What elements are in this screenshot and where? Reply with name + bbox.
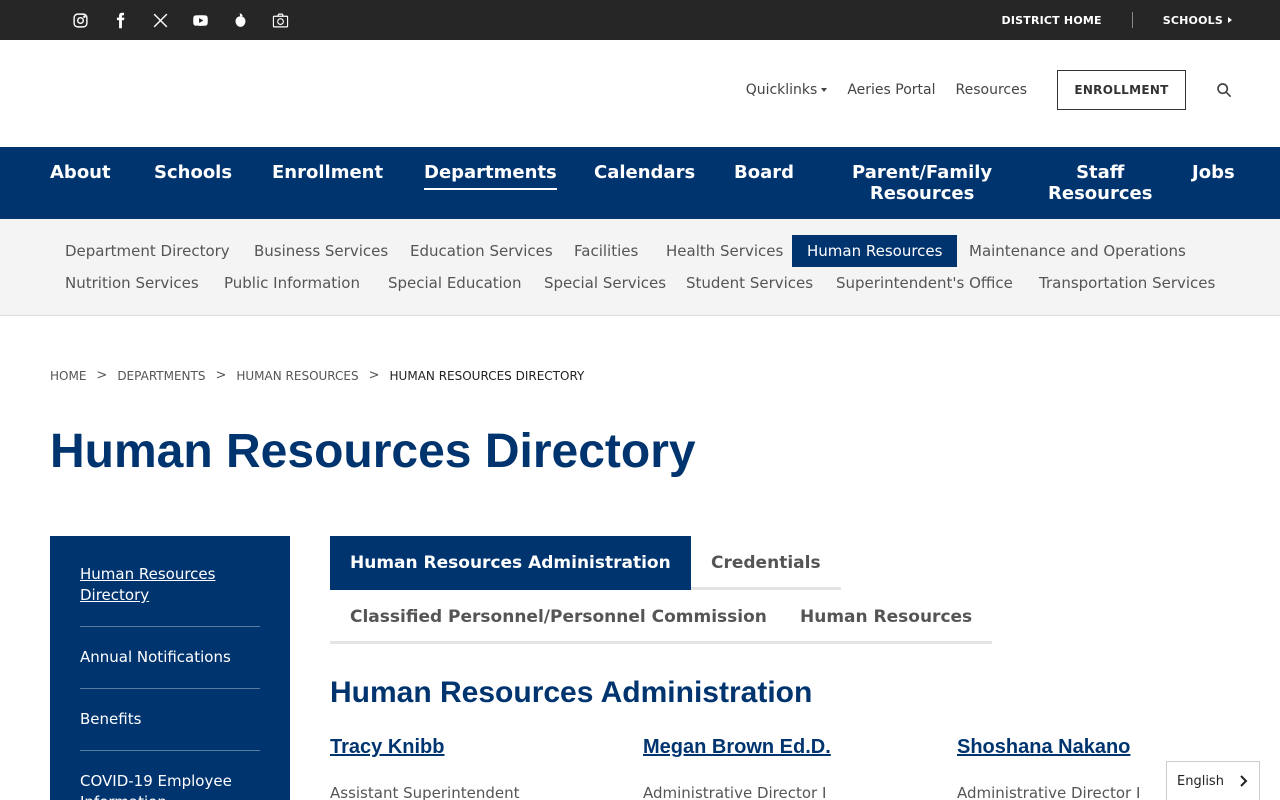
nav-schools[interactable]: Schools	[154, 162, 232, 183]
subnav-education-services[interactable]: Education Services	[395, 235, 568, 267]
sidebar-item-hr-directory[interactable]: Human Resources Directory	[80, 564, 260, 627]
nav-calendars[interactable]: Calendars	[594, 162, 695, 183]
subnav-human-resources[interactable]: Human Resources	[792, 235, 958, 267]
subnav-superintendents-office[interactable]: Superintendent's Office	[821, 267, 1028, 299]
chevron-right-icon: >	[215, 368, 227, 383]
breadcrumb-home[interactable]: HOME	[50, 369, 86, 383]
staff-title: Administrative Director I	[643, 784, 827, 800]
staff-name-link[interactable]: Megan Brown Ed.D.	[643, 736, 903, 766]
utility-nav: Quicklinks Aeries Portal Resources ENROL…	[726, 70, 1232, 110]
subnav-special-education[interactable]: Special Education	[373, 267, 537, 299]
schools-dropdown[interactable]: SCHOOLS	[1163, 14, 1232, 27]
language-label: English	[1177, 773, 1224, 789]
breadcrumb-current: HUMAN RESOURCES DIRECTORY	[389, 368, 585, 383]
schools-label: SCHOOLS	[1162, 13, 1223, 27]
page-title: Human Resources Directory	[50, 425, 696, 478]
subnav-nutrition-services[interactable]: Nutrition Services	[50, 267, 214, 299]
tab-human-resources[interactable]: Human Resources	[780, 590, 993, 644]
staff-card: Tracy Knibb Assistant Superintendent	[330, 736, 590, 800]
subnav-department-directory[interactable]: Department Directory	[50, 235, 245, 267]
nav-board[interactable]: Board	[734, 162, 794, 183]
top-bar: DISTRICT HOME SCHOOLS	[0, 0, 1280, 40]
tab-classified-personnel[interactable]: Classified Personnel/Personnel Commissio…	[330, 590, 787, 644]
breadcrumb-departments[interactable]: DEPARTMENTS	[117, 369, 205, 383]
staff-card: Megan Brown Ed.D. Administrative Directo…	[643, 736, 903, 800]
main-nav: About Schools Enrollment Departments Cal…	[0, 147, 1280, 219]
top-links: DISTRICT HOME SCHOOLS	[1002, 0, 1232, 40]
caret-right-icon	[1228, 16, 1232, 23]
subnav-student-services[interactable]: Student Services	[671, 267, 828, 299]
search-icon[interactable]	[1216, 82, 1232, 98]
subnav-facilities[interactable]: Facilities	[559, 235, 653, 267]
nav-departments[interactable]: Departments	[424, 162, 557, 190]
instagram-icon[interactable]	[60, 10, 100, 30]
subnav-business-services[interactable]: Business Services	[239, 235, 403, 267]
nav-label: Resources	[1048, 183, 1153, 204]
x-icon[interactable]	[140, 10, 180, 30]
staff-title: Assistant Superintendent	[330, 784, 520, 800]
section-title: Human Resources Administration	[330, 676, 813, 709]
breadcrumb: HOME > DEPARTMENTS > HUMAN RESOURCES > H…	[50, 368, 584, 383]
social-links	[60, 10, 300, 30]
nav-staff-resources[interactable]: Staff Resources	[1048, 162, 1152, 204]
department-subnav: Department Directory Business Services E…	[0, 219, 1280, 316]
subnav-special-services[interactable]: Special Services	[529, 267, 681, 299]
caret-down-icon	[821, 88, 828, 92]
chevron-right-icon: >	[96, 368, 108, 383]
quicklinks-label: Quicklinks	[745, 82, 818, 98]
breadcrumb-human-resources[interactable]: HUMAN RESOURCES	[236, 369, 358, 383]
aeries-portal-link[interactable]: Aeries Portal	[847, 82, 935, 98]
staff-name-link[interactable]: Tracy Knibb	[330, 736, 590, 766]
photo-icon[interactable]	[260, 10, 300, 30]
peachjar-icon[interactable]	[220, 10, 260, 30]
nav-label: Parent/Family	[852, 162, 993, 183]
subnav-public-information[interactable]: Public Information	[209, 267, 375, 299]
nav-label: Staff	[1076, 162, 1125, 183]
facebook-icon[interactable]	[100, 10, 140, 30]
language-selector[interactable]: English	[1166, 761, 1260, 800]
quicklinks-dropdown[interactable]: Quicklinks	[746, 82, 828, 98]
enrollment-button[interactable]: ENROLLMENT	[1057, 70, 1186, 110]
tab-credentials[interactable]: Credentials	[691, 536, 841, 590]
chevron-right-icon	[1237, 775, 1249, 787]
nav-about[interactable]: About	[50, 162, 111, 183]
resources-link[interactable]: Resources	[956, 82, 1028, 98]
subnav-health-services[interactable]: Health Services	[651, 235, 798, 267]
nav-enrollment[interactable]: Enrollment	[272, 162, 383, 183]
subnav-transportation-services[interactable]: Transportation Services	[1024, 267, 1230, 299]
chevron-right-icon: >	[368, 368, 380, 383]
nav-parent-family-resources[interactable]: Parent/Family Resources	[852, 162, 992, 204]
sidebar-item-covid-info[interactable]: COVID-19 Employee Information	[80, 771, 260, 800]
nav-label: Resources	[869, 183, 975, 204]
sidebar-item-annual-notifications[interactable]: Annual Notifications	[80, 647, 260, 689]
divider	[1131, 12, 1133, 28]
sidebar: Human Resources Directory Annual Notific…	[50, 536, 290, 800]
district-home-link[interactable]: DISTRICT HOME	[1002, 14, 1102, 27]
sidebar-item-benefits[interactable]: Benefits	[80, 709, 260, 751]
subnav-maintenance-operations[interactable]: Maintenance and Operations	[954, 235, 1201, 267]
tab-hr-administration[interactable]: Human Resources Administration	[330, 536, 691, 590]
youtube-icon[interactable]	[180, 10, 220, 30]
nav-jobs[interactable]: Jobs	[1192, 162, 1235, 183]
